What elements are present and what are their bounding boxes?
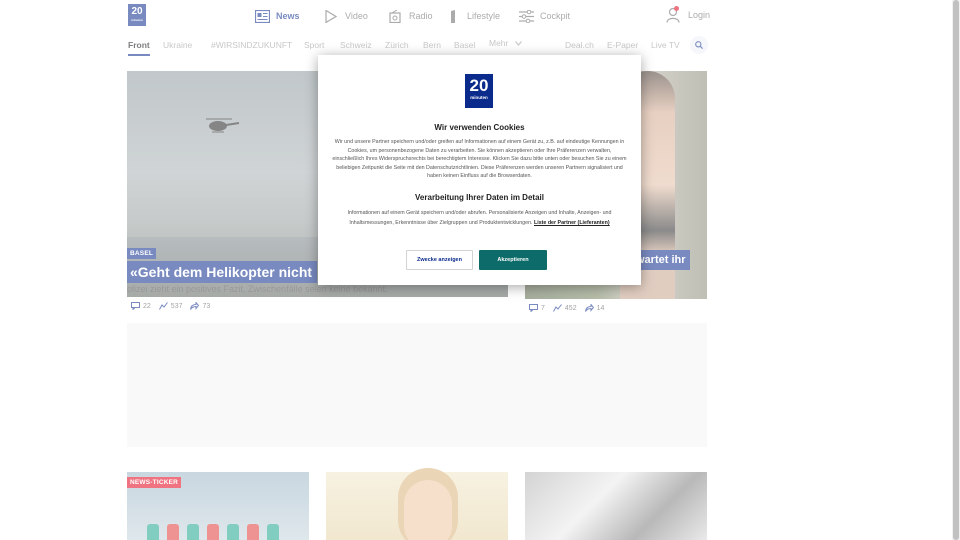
show-purposes-button[interactable]: Zwecke anzeigen [406, 250, 473, 270]
data-processing-text: Informationen auf einem Gerät speichern … [332, 208, 627, 228]
modal-logo: 20 minuten [465, 74, 493, 108]
scrollbar-thumb[interactable] [953, 0, 959, 540]
partners-list-link[interactable]: Liste der Partner (Lieferanten) [534, 220, 610, 226]
accept-button[interactable]: Akzeptieren [479, 250, 547, 270]
cookie-title: Wir verwenden Cookies [434, 123, 525, 132]
data-processing-title: Verarbeitung Ihrer Daten im Detail [415, 193, 544, 202]
modal-logo-word: minuten [470, 95, 488, 100]
modal-logo-number: 20 [469, 76, 489, 95]
cookie-consent-dialog: 20 minuten Wir verwenden Cookies Wir und… [318, 55, 641, 285]
cookie-description: Wir und unsere Partner speichern und/ode… [332, 139, 627, 179]
page: 20 minuten News Video Radio Lifestyle Co… [0, 0, 960, 540]
scrollbar[interactable] [952, 0, 960, 540]
